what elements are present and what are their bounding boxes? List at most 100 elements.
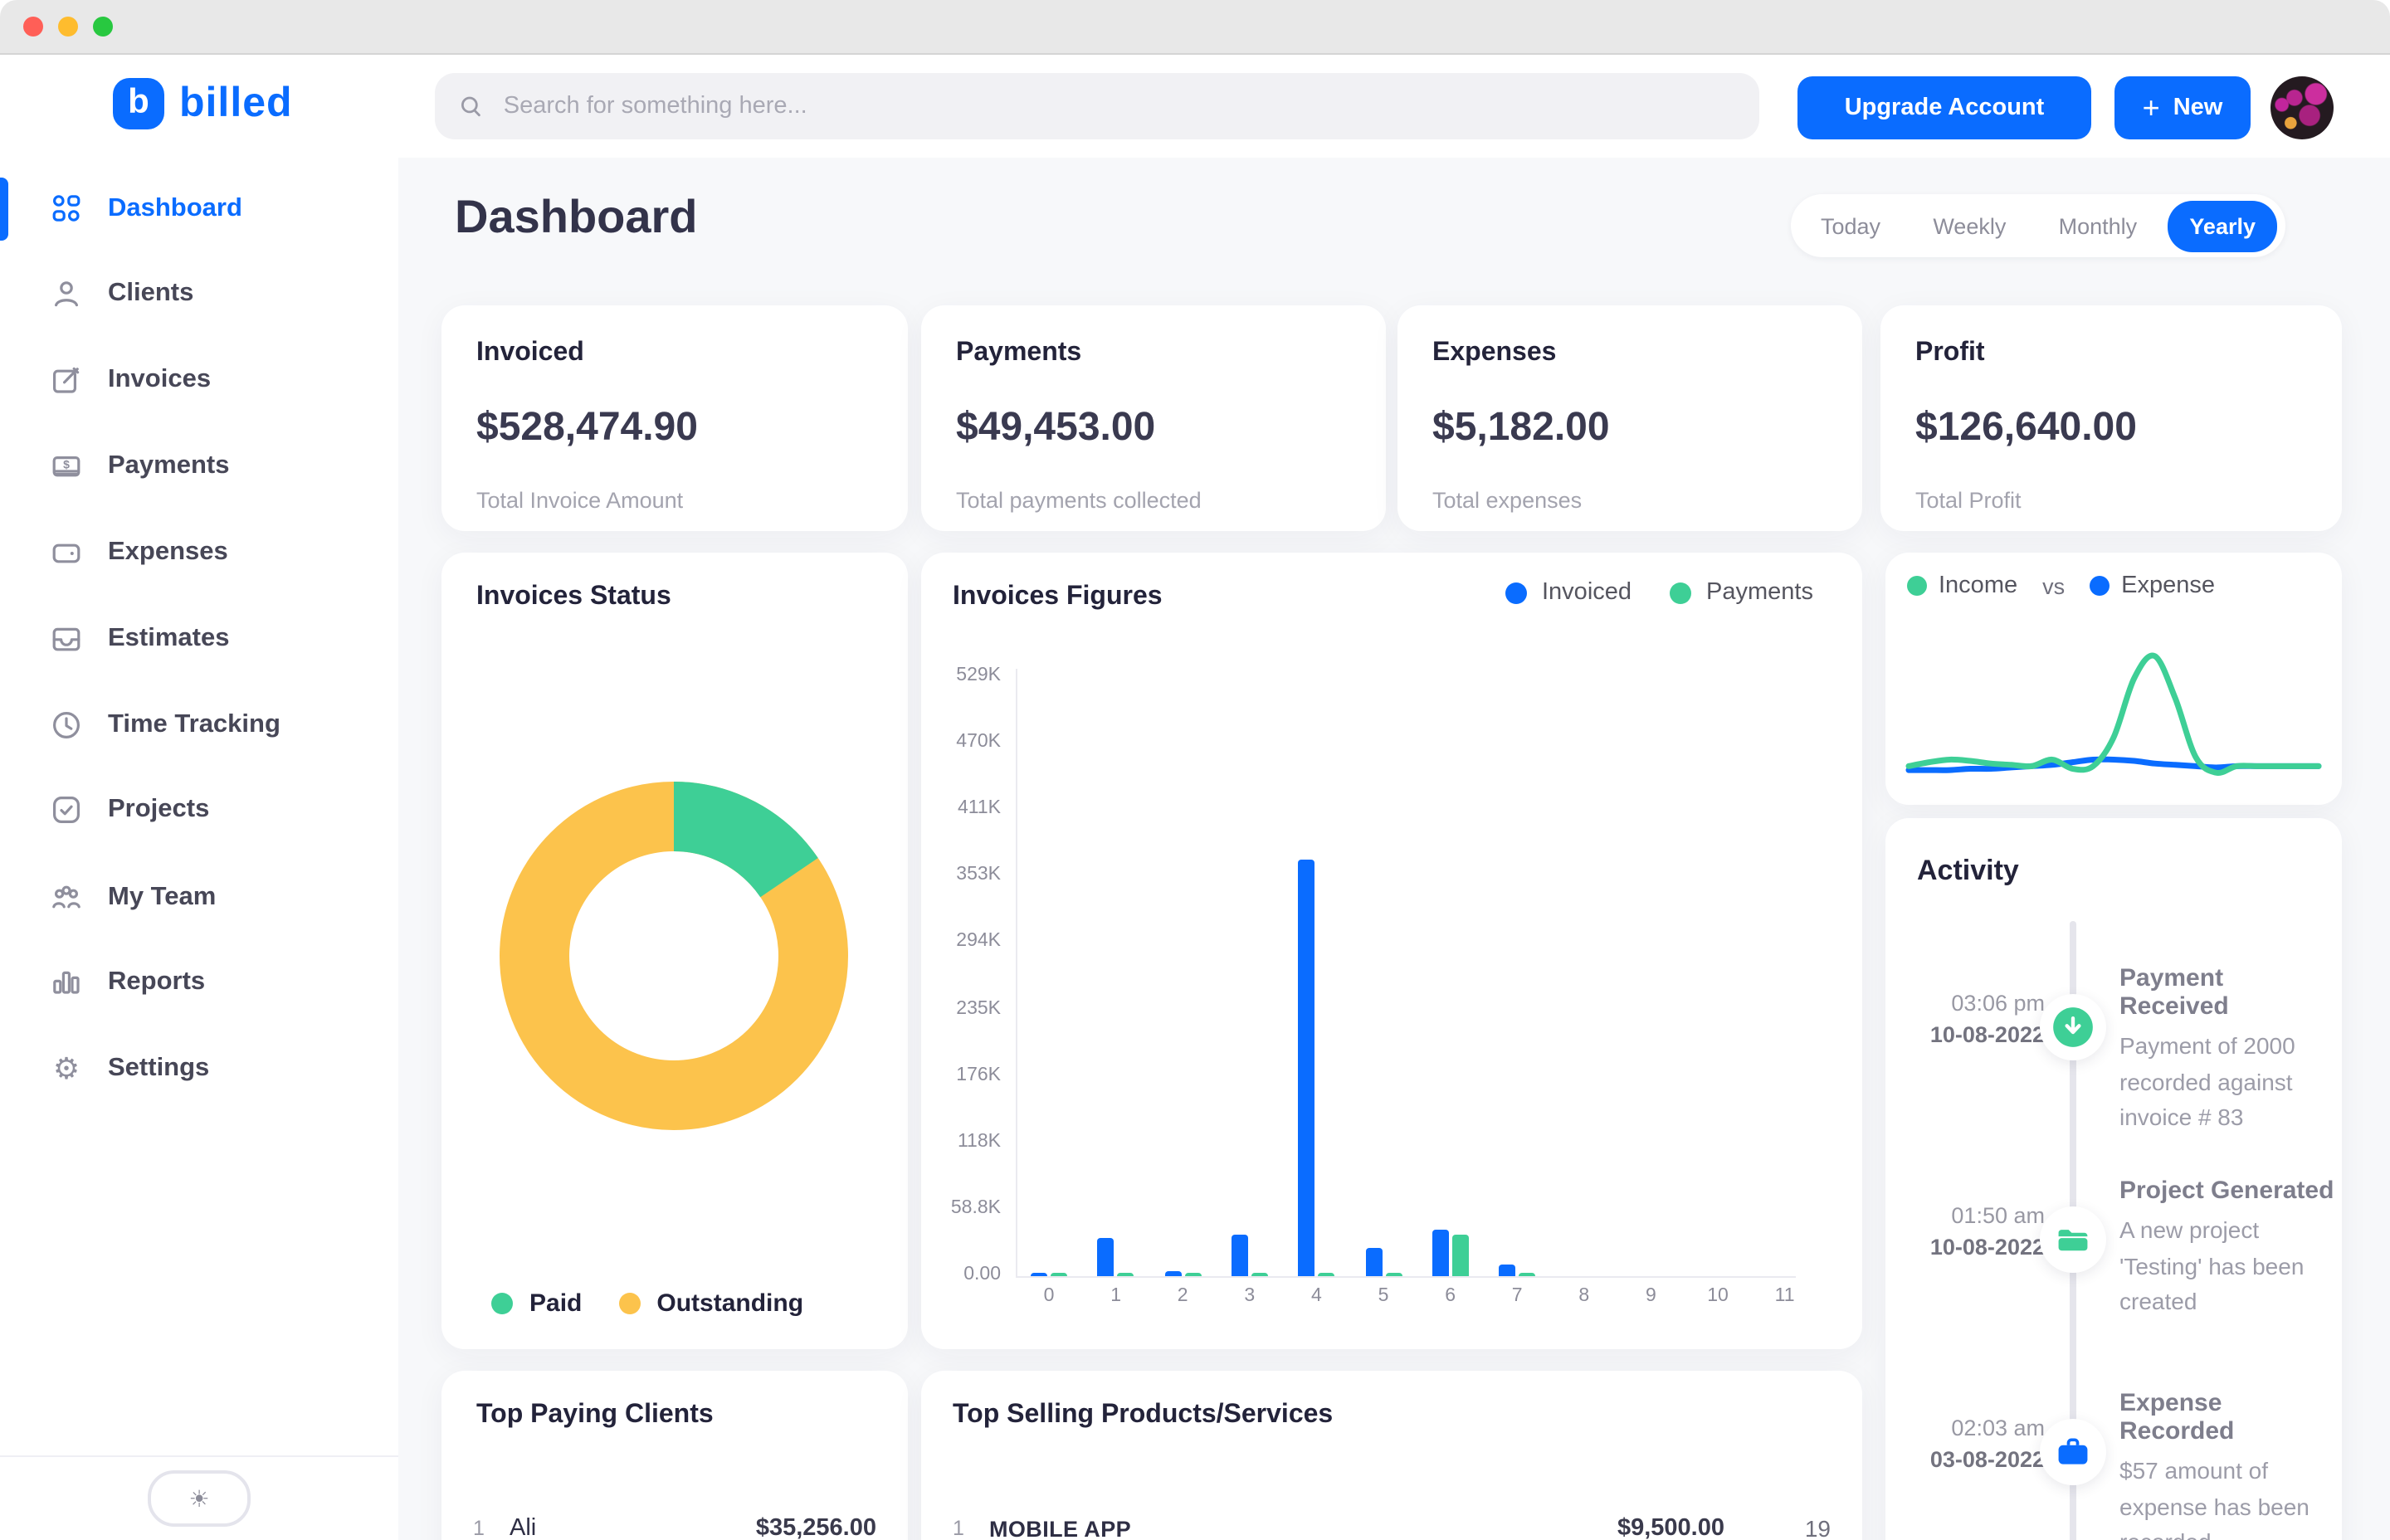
x-axis-tick-label: 3	[1230, 1286, 1270, 1306]
y-axis-tick-label: 470K	[921, 732, 1001, 752]
wallet-icon	[50, 536, 83, 569]
bar-chart-icon	[50, 966, 83, 999]
sidebar: Dashboard Clients Invoices $Payments Expense…	[0, 158, 400, 1540]
top-client-row[interactable]: 1Ali$35,256.00	[473, 1503, 876, 1540]
top-selling-products-title: Top Selling Products/Services	[953, 1401, 1831, 1430]
gear-icon: ⚙	[50, 1052, 83, 1085]
outstanding-legend-label: Outstanding	[656, 1289, 803, 1318]
stat-title: Payments	[956, 339, 1351, 368]
y-axis-tick-label: 0.00	[921, 1265, 1001, 1284]
product-quantity: 19	[1754, 1515, 1831, 1540]
invoices-status-card: Invoices Status Paid Outstanding	[441, 553, 908, 1349]
filter-today[interactable]: Today	[1799, 200, 1902, 251]
stat-card-profit: Profit$126,640.00Total Profit	[1880, 305, 2342, 531]
activity-timestamp: 01:50 am10-08-2022	[1885, 1203, 2045, 1260]
invoiced-bar	[1298, 860, 1314, 1276]
stat-title: Expenses	[1432, 339, 1827, 368]
invoiced-bar	[1499, 1265, 1515, 1276]
sidebar-item-label: Projects	[108, 795, 209, 825]
inbox-icon	[50, 622, 83, 655]
sidebar-item-projects[interactable]: Projects	[0, 777, 398, 843]
search-bar[interactable]	[435, 73, 1759, 139]
activity-date: 10-08-2022	[1885, 1235, 2045, 1260]
sidebar-item-label: Settings	[108, 1054, 209, 1084]
activity-title: Activity	[1917, 855, 2019, 888]
sidebar-item-label: Invoices	[108, 365, 211, 395]
sidebar-item-reports[interactable]: Reports	[0, 949, 398, 1016]
arrow-down-circle-icon	[2040, 994, 2106, 1060]
sidebar-item-invoices[interactable]: Invoices	[0, 347, 398, 413]
theme-toggle[interactable]: ☀	[148, 1470, 251, 1527]
client-rank: 1	[473, 1517, 510, 1540]
sidebar-item-settings[interactable]: ⚙ Settings	[0, 1036, 398, 1102]
y-axis-line	[1016, 669, 1017, 1276]
main-content: Dashboard TodayWeeklyMonthlyYearly Invoi…	[398, 158, 2390, 1540]
dollar-card-icon: $	[50, 450, 83, 483]
product-amount: $9,500.00	[1617, 1515, 1724, 1540]
x-axis-line	[1016, 1276, 1796, 1278]
invoices-figures-card: Invoices Figures Invoiced Payments 529K4…	[921, 553, 1862, 1349]
filter-yearly[interactable]: Yearly	[2168, 200, 2277, 251]
stat-card-expenses: Expenses$5,182.00Total expenses	[1397, 305, 1862, 531]
window-titlebar	[0, 0, 2390, 55]
new-button[interactable]: + New	[2114, 76, 2251, 139]
activity-time: 02:03 am	[1885, 1416, 2045, 1440]
sidebar-item-expenses[interactable]: Expenses	[0, 519, 398, 586]
payments-bar	[1519, 1273, 1535, 1276]
invoiced-bar	[1164, 1270, 1181, 1276]
sidebar-item-label: Dashboard	[108, 194, 242, 224]
vs-label: vs	[2042, 573, 2065, 598]
income-legend-label: Income	[1939, 573, 2017, 599]
paid-legend-label: Paid	[529, 1289, 582, 1318]
sidebar-item-estimates[interactable]: Estimates	[0, 606, 398, 672]
user-avatar[interactable]	[2270, 76, 2334, 139]
invoiced-bar	[1098, 1239, 1115, 1276]
sidebar-item-payments[interactable]: $Payments	[0, 433, 398, 500]
clock-icon	[50, 709, 83, 742]
brand-logo[interactable]: b billed	[113, 78, 293, 129]
stat-caption: Total expenses	[1432, 488, 1827, 513]
window-zoom-button[interactable]	[93, 17, 113, 37]
y-axis-tick-label: 58.8K	[921, 1198, 1001, 1218]
invoices-status-donut-chart[interactable]	[500, 782, 848, 1130]
search-input[interactable]	[500, 91, 1736, 121]
filter-weekly[interactable]: Weekly	[1911, 200, 2027, 251]
search-icon	[458, 93, 484, 119]
y-axis-tick-label: 176K	[921, 1065, 1001, 1084]
x-axis-tick-label: 0	[1029, 1286, 1069, 1306]
top-product-row[interactable]: 1MOBILE APP$9,500.0019	[953, 1503, 1831, 1540]
income-legend-dot	[1907, 576, 1927, 596]
y-axis-tick-label: 353K	[921, 865, 1001, 885]
activity-body: Project GeneratedA new project 'Testing'…	[2119, 1177, 2335, 1320]
filter-monthly[interactable]: Monthly	[2037, 200, 2159, 251]
stat-card-payments: Payments$49,453.00Total payments collect…	[921, 305, 1386, 531]
activity-timestamp: 02:03 am03-08-2022	[1885, 1416, 2045, 1472]
sidebar-item-clients[interactable]: Clients	[0, 261, 398, 327]
sidebar-item-dashboard[interactable]: Dashboard	[0, 176, 398, 242]
payments-bar	[1385, 1273, 1402, 1276]
page-title: Dashboard	[455, 191, 698, 244]
income-expense-legend: Income vs Expense	[1907, 573, 2215, 599]
upgrade-account-button[interactable]: Upgrade Account	[1797, 76, 2091, 139]
new-button-label: New	[2173, 95, 2223, 121]
stat-caption: Total Invoice Amount	[476, 488, 873, 513]
sidebar-item-time-tracking[interactable]: Time Tracking	[0, 692, 398, 758]
payments-bar	[1051, 1273, 1067, 1276]
sidebar-item-label: Clients	[108, 279, 193, 309]
app-header: b billed Upgrade Account + New	[0, 55, 2390, 159]
window-close-button[interactable]	[23, 17, 43, 37]
product-name: MOBILE APP	[989, 1516, 1131, 1540]
sidebar-item-my-team[interactable]: My Team	[0, 865, 398, 931]
time-filter: TodayWeeklyMonthlyYearly	[1791, 194, 2285, 257]
invoices-figures-bar-chart[interactable]: 529K470K411K353K294K235K176K118K58.8K0.0…	[921, 553, 1862, 1349]
income-expense-card: Income vs Expense	[1885, 553, 2342, 805]
stat-caption: Total Profit	[1915, 488, 2307, 513]
activity-card: Activity 03:06 pm10-08-2022Payment Recei…	[1885, 818, 2342, 1540]
window-minimize-button[interactable]	[58, 17, 78, 37]
activity-timestamp: 03:06 pm10-08-2022	[1885, 991, 2045, 1047]
invoiced-bar	[1365, 1248, 1382, 1276]
y-axis-tick-label: 411K	[921, 798, 1001, 818]
income-expense-line-chart[interactable]	[1885, 616, 2342, 802]
sun-icon: ☀	[188, 1487, 209, 1510]
folder-icon	[2040, 1206, 2106, 1273]
